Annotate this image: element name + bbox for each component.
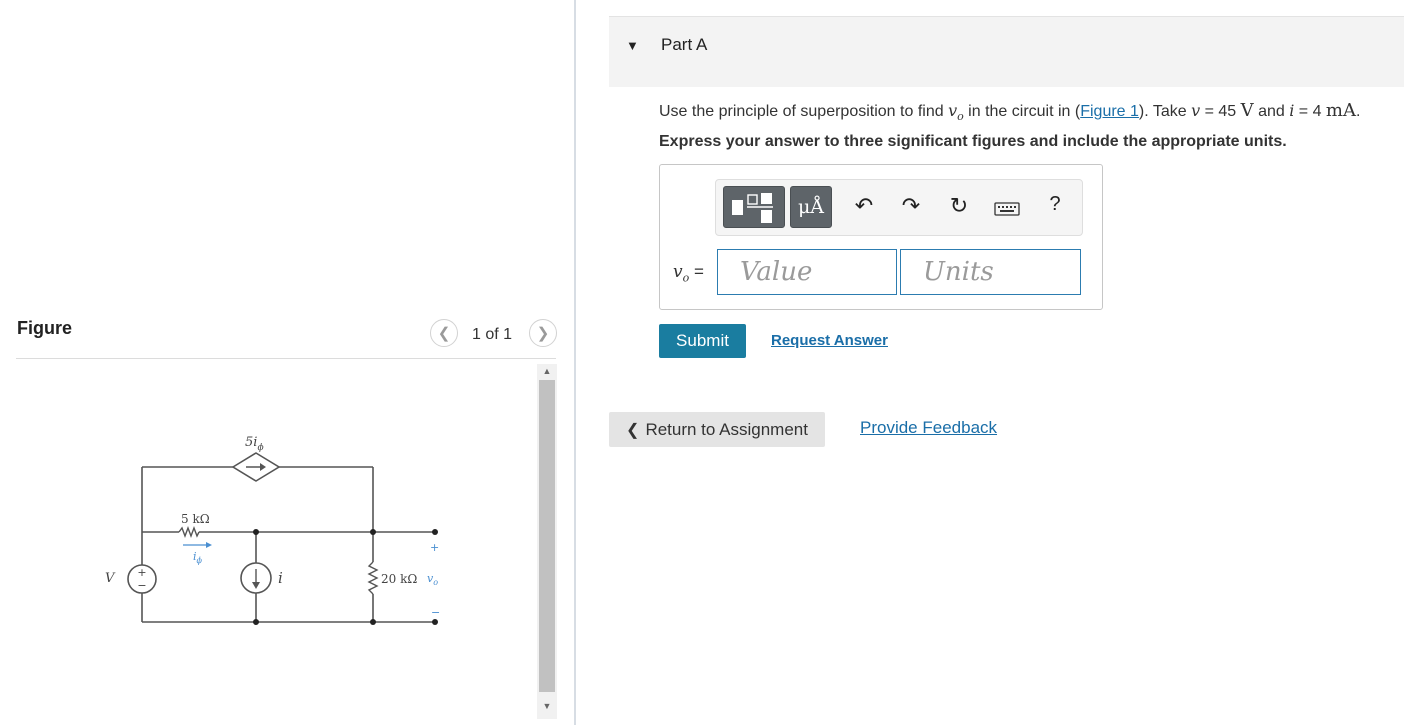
- chevron-left-icon: ❮: [626, 421, 640, 439]
- reset-icon[interactable]: ↻: [944, 193, 974, 219]
- resistor-20k: [367, 561, 379, 595]
- keyboard-icon[interactable]: [992, 197, 1022, 223]
- help-icon[interactable]: ?: [1040, 193, 1070, 216]
- figure-counter: 1 of 1: [472, 326, 513, 343]
- output-sub: o: [433, 578, 438, 587]
- figure-divider: [16, 358, 556, 359]
- provide-feedback-link[interactable]: Provide Feedback: [860, 418, 997, 438]
- value-input[interactable]: Value: [717, 249, 897, 295]
- scroll-up-arrow-icon[interactable]: ▲: [537, 364, 557, 378]
- vo-plus: +: [430, 541, 439, 554]
- current-source-label: i: [278, 569, 283, 587]
- figure-title: Figure: [17, 318, 73, 338]
- resistor-5k-label: 5 kΩ: [181, 512, 210, 526]
- dep-source-sub: ϕ: [257, 443, 263, 453]
- units-input[interactable]: Units: [900, 249, 1081, 295]
- dep-source-label: 5i: [245, 435, 257, 450]
- vo-minus: −: [431, 606, 440, 619]
- resistor-20k-label: 20 kΩ: [381, 572, 417, 586]
- return-to-assignment-button[interactable]: ❮ Return to Assignment: [609, 412, 825, 447]
- units-button[interactable]: μÅ: [790, 186, 832, 228]
- chevron-right-icon: ❯: [536, 325, 550, 342]
- resistor-5k: [178, 526, 200, 538]
- vs-minus: −: [137, 579, 146, 592]
- request-answer-link[interactable]: Request Answer: [771, 332, 888, 349]
- svg-text:vo: vo: [427, 572, 438, 587]
- submit-button[interactable]: Submit: [659, 324, 746, 358]
- vs-plus: +: [137, 566, 146, 579]
- redo-icon[interactable]: ↷: [896, 193, 926, 219]
- svg-text:iϕ: iϕ: [193, 550, 203, 565]
- figure-link[interactable]: Figure 1: [1080, 103, 1139, 120]
- templates-icon: [732, 193, 773, 223]
- scroll-down-arrow-icon[interactable]: ▼: [537, 699, 557, 713]
- instruction-text: Express your answer to three significant…: [659, 133, 1287, 150]
- current-sub: ϕ: [197, 556, 203, 565]
- chevron-left-icon: ❮: [437, 325, 451, 342]
- circuit-diagram: 5iϕ 5 kΩ iϕ + − V i 20 kΩ + vo −: [105, 435, 440, 625]
- question-text: Use the principle of superposition to fi…: [659, 100, 1361, 124]
- voltage-source-label: V: [105, 571, 116, 586]
- collapse-caret-icon[interactable]: ▼: [626, 38, 639, 53]
- scrollbar-thumb[interactable]: [539, 380, 555, 692]
- undo-icon[interactable]: ↶: [849, 193, 879, 219]
- svg-text:5iϕ: 5iϕ: [245, 435, 264, 453]
- previous-figure-button[interactable]: ❮: [430, 319, 458, 347]
- next-figure-button[interactable]: ❯: [529, 319, 557, 347]
- part-header[interactable]: [609, 16, 1404, 87]
- pane-divider[interactable]: [574, 0, 576, 725]
- part-title: Part A: [661, 35, 708, 54]
- answer-label: vo =: [673, 262, 704, 285]
- dependent-current-source: [231, 452, 281, 482]
- templates-button[interactable]: [723, 186, 785, 228]
